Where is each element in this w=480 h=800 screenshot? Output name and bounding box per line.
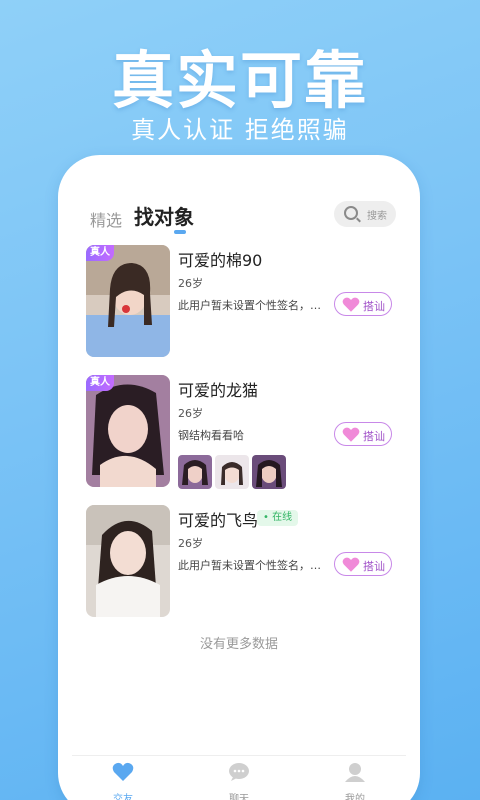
user-signature: 此用户暂未设置个性签名，打招呼 <box>178 559 328 572</box>
tab-label: 我的 <box>345 794 365 800</box>
greet-label: 搭讪 <box>363 560 385 573</box>
user-age: 26岁 <box>178 537 203 550</box>
phone-frame: 精选 找对象 搜索 真人 可爱的棉90 26岁 此用户暂未设置个性签名，打招呼 … <box>58 155 420 800</box>
chat-bubble-icon <box>229 763 249 781</box>
hero-subtitle: 真人认证 拒绝照骗 <box>131 116 349 144</box>
heart-icon <box>112 762 134 781</box>
heart-icon <box>342 427 360 442</box>
bottom-tab-bar: 交友 聊天 我的 <box>72 755 406 800</box>
user-name: 可爱的龙猫 <box>178 381 259 400</box>
user-age: 26岁 <box>178 407 203 420</box>
tab-make-friends[interactable]: 交友 <box>93 762 153 800</box>
user-name: 可爱的飞鸟 <box>178 511 259 530</box>
heart-icon <box>342 557 360 572</box>
tab-profile[interactable]: 我的 <box>325 762 385 800</box>
tab-label: 交友 <box>113 794 133 800</box>
photo-thumbnail[interactable] <box>252 455 286 489</box>
search-label: 搜索 <box>367 211 387 222</box>
active-tab-indicator <box>174 230 186 234</box>
user-signature: 此用户暂未设置个性签名，打招呼 <box>178 299 328 312</box>
profile-icon <box>345 763 365 782</box>
user-name: 可爱的棉90 <box>178 251 263 270</box>
search-icon <box>344 206 358 220</box>
app-screen: 精选 找对象 搜索 真人 可爱的棉90 26岁 此用户暂未设置个性签名，打招呼 … <box>72 195 406 800</box>
greet-button[interactable]: 搭讪 <box>334 422 392 446</box>
greet-button[interactable]: 搭讪 <box>334 292 392 316</box>
photo-thumbnail[interactable] <box>215 455 249 489</box>
user-card[interactable]: 真人 可爱的棉90 26岁 此用户暂未设置个性签名，打招呼 搭讪 <box>86 245 396 363</box>
no-more-data-text: 没有更多数据 <box>199 637 278 652</box>
online-status-badge: • 在线 <box>257 510 299 526</box>
tab-label: 聊天 <box>229 794 249 800</box>
avatar[interactable] <box>86 505 170 617</box>
tab-featured[interactable]: 精选 <box>90 207 122 231</box>
tab-chat[interactable]: 聊天 <box>209 762 269 800</box>
search-button[interactable]: 搜索 <box>334 201 396 227</box>
user-age: 26岁 <box>178 277 203 290</box>
avatar[interactable]: 真人 <box>86 245 170 357</box>
avatar[interactable]: 真人 <box>86 375 170 487</box>
photo-thumbnail[interactable] <box>178 455 212 489</box>
greet-label: 搭讪 <box>363 300 385 313</box>
user-signature: 钢结构看看哈 <box>178 429 244 442</box>
verified-badge: 真人 <box>86 245 114 261</box>
tab-find-partner[interactable]: 找对象 <box>134 201 194 230</box>
verified-badge: 真人 <box>86 375 114 391</box>
greet-button[interactable]: 搭讪 <box>334 552 392 576</box>
user-card[interactable]: 可爱的飞鸟 • 在线 26岁 此用户暂未设置个性签名，打招呼 搭讪 <box>86 505 396 623</box>
user-card[interactable]: 真人 可爱的龙猫 26岁 钢结构看看哈 搭讪 <box>86 375 396 493</box>
greet-label: 搭讪 <box>363 430 385 443</box>
heart-icon <box>342 297 360 312</box>
hero-title: 真实可靠 <box>111 44 368 117</box>
